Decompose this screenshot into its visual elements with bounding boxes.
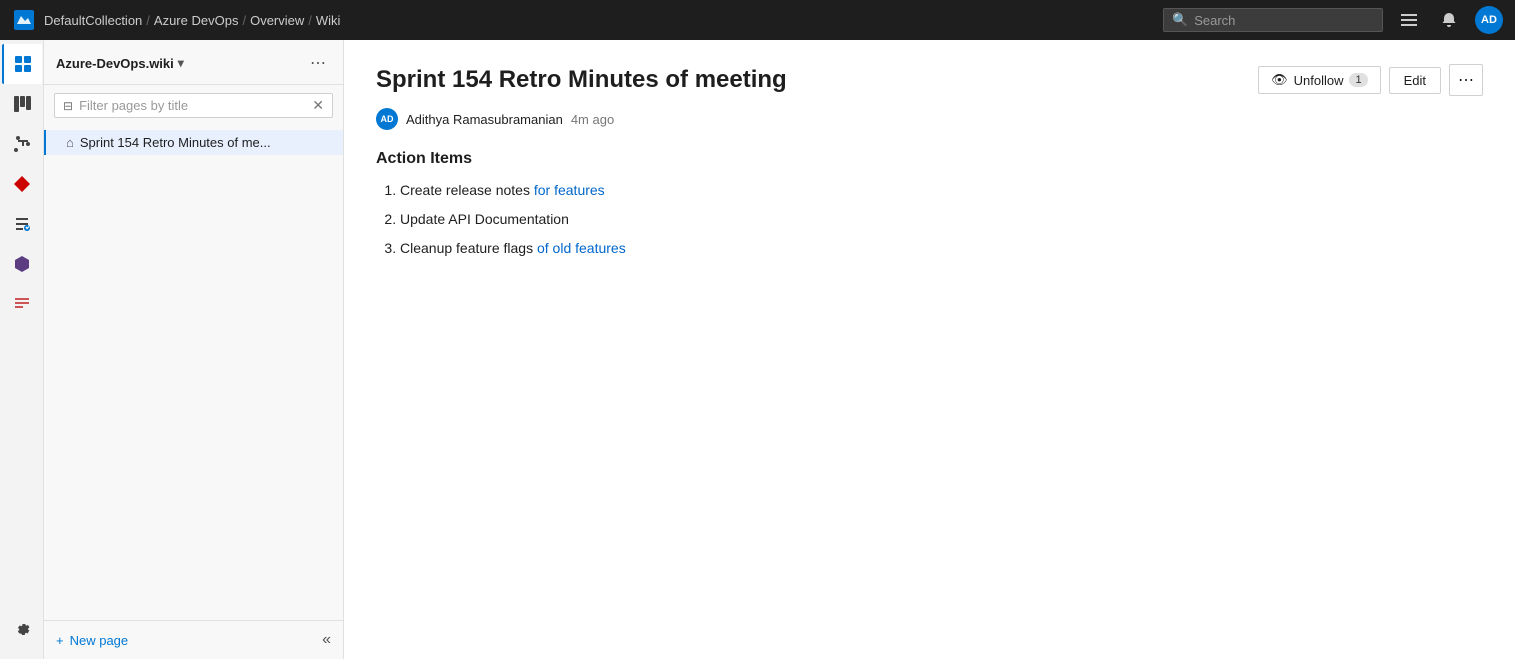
- new-page-button[interactable]: + New page: [56, 633, 128, 648]
- more-options-button[interactable]: ⋯: [305, 50, 331, 76]
- unfollow-label: Unfollow: [1294, 73, 1344, 88]
- more-options-button[interactable]: ⋯: [1449, 64, 1483, 96]
- sidebar-item-settings[interactable]: [2, 611, 42, 651]
- author-time: 4m ago: [571, 112, 614, 127]
- top-nav-right: 🔍 AD: [1163, 6, 1503, 34]
- action-items-list: Create release notes for features Update…: [376, 180, 1483, 259]
- wiki-title[interactable]: Azure-DevOps.wiki ▾: [56, 56, 184, 71]
- author-name: Adithya Ramasubramanian: [406, 112, 563, 127]
- icon-sidebar: [0, 40, 44, 659]
- wiki-title-label: Azure-DevOps.wiki: [56, 56, 174, 71]
- page-sidebar-footer: + New page «: [44, 620, 343, 659]
- sidebar-item-repos[interactable]: [2, 124, 42, 164]
- search-icon: 🔍: [1172, 12, 1188, 28]
- new-page-plus-icon: +: [56, 633, 64, 648]
- breadcrumb-overview[interactable]: Overview: [250, 13, 304, 28]
- action-item-3-link[interactable]: of old features: [537, 240, 626, 256]
- sidebar-item-testplans[interactable]: [2, 204, 42, 244]
- filter-bar: ⊟ ✕: [54, 93, 333, 118]
- breadcrumb-default-collection[interactable]: DefaultCollection: [44, 13, 142, 28]
- page-sidebar-header: Azure-DevOps.wiki ▾ ⋯: [44, 40, 343, 85]
- top-navigation: DefaultCollection / Azure DevOps / Overv…: [0, 0, 1515, 40]
- unfollow-icon: 👁: [1271, 72, 1288, 88]
- app-logo[interactable]: [12, 8, 36, 32]
- breadcrumb-wiki[interactable]: Wiki: [316, 13, 341, 28]
- follow-count: 1: [1349, 73, 1367, 87]
- sidebar-item-wiki[interactable]: [2, 284, 42, 324]
- section-title: Action Items: [376, 150, 1483, 168]
- content-actions: 👁 Unfollow 1 Edit ⋯: [1258, 64, 1483, 96]
- content-header: Sprint 154 Retro Minutes of meeting 👁 Un…: [376, 64, 1483, 96]
- filter-clear-icon[interactable]: ✕: [312, 97, 324, 114]
- wiki-title-chevron: ▾: [178, 56, 184, 70]
- breadcrumb: DefaultCollection / Azure DevOps / Overv…: [44, 13, 340, 28]
- action-item-3: Cleanup feature flags of old features: [400, 238, 1483, 259]
- search-input[interactable]: [1194, 13, 1374, 28]
- page-sidebar: Azure-DevOps.wiki ▾ ⋯ ⊟ ✕ ⌂ Sprint 154 R…: [44, 40, 344, 659]
- filter-input[interactable]: [79, 98, 306, 113]
- action-item-1: Create release notes for features: [400, 180, 1483, 201]
- edit-button[interactable]: Edit: [1389, 67, 1441, 94]
- action-item-1-link[interactable]: for features: [534, 182, 605, 198]
- page-title: Sprint 154 Retro Minutes of meeting: [376, 66, 787, 94]
- page-tree-item[interactable]: ⌂ Sprint 154 Retro Minutes of me...: [44, 130, 343, 155]
- sidebar-item-overview[interactable]: [2, 44, 42, 84]
- unfollow-button[interactable]: 👁 Unfollow 1: [1258, 66, 1381, 94]
- author-row: AD Adithya Ramasubramanian 4m ago: [376, 108, 1483, 130]
- list-view-icon[interactable]: [1395, 6, 1423, 34]
- notifications-icon[interactable]: [1435, 6, 1463, 34]
- new-page-label: New page: [70, 633, 129, 648]
- sidebar-item-boards[interactable]: [2, 84, 42, 124]
- content-area: Sprint 154 Retro Minutes of meeting 👁 Un…: [344, 40, 1515, 659]
- sidebar-item-pipelines[interactable]: [2, 164, 42, 204]
- action-item-2: Update API Documentation: [400, 209, 1483, 230]
- filter-icon: ⊟: [63, 99, 73, 113]
- search-box[interactable]: 🔍: [1163, 8, 1383, 32]
- home-icon: ⌂: [66, 135, 74, 150]
- author-avatar: AD: [376, 108, 398, 130]
- main-area: Azure-DevOps.wiki ▾ ⋯ ⊟ ✕ ⌂ Sprint 154 R…: [0, 40, 1515, 659]
- page-tree-item-label: Sprint 154 Retro Minutes of me...: [80, 135, 271, 150]
- page-sidebar-actions: ⋯: [305, 50, 331, 76]
- collapse-sidebar-button[interactable]: «: [322, 631, 331, 649]
- user-avatar[interactable]: AD: [1475, 6, 1503, 34]
- page-tree: ⌂ Sprint 154 Retro Minutes of me...: [44, 126, 343, 620]
- sidebar-item-artifacts[interactable]: [2, 244, 42, 284]
- breadcrumb-azure-devops[interactable]: Azure DevOps: [154, 13, 239, 28]
